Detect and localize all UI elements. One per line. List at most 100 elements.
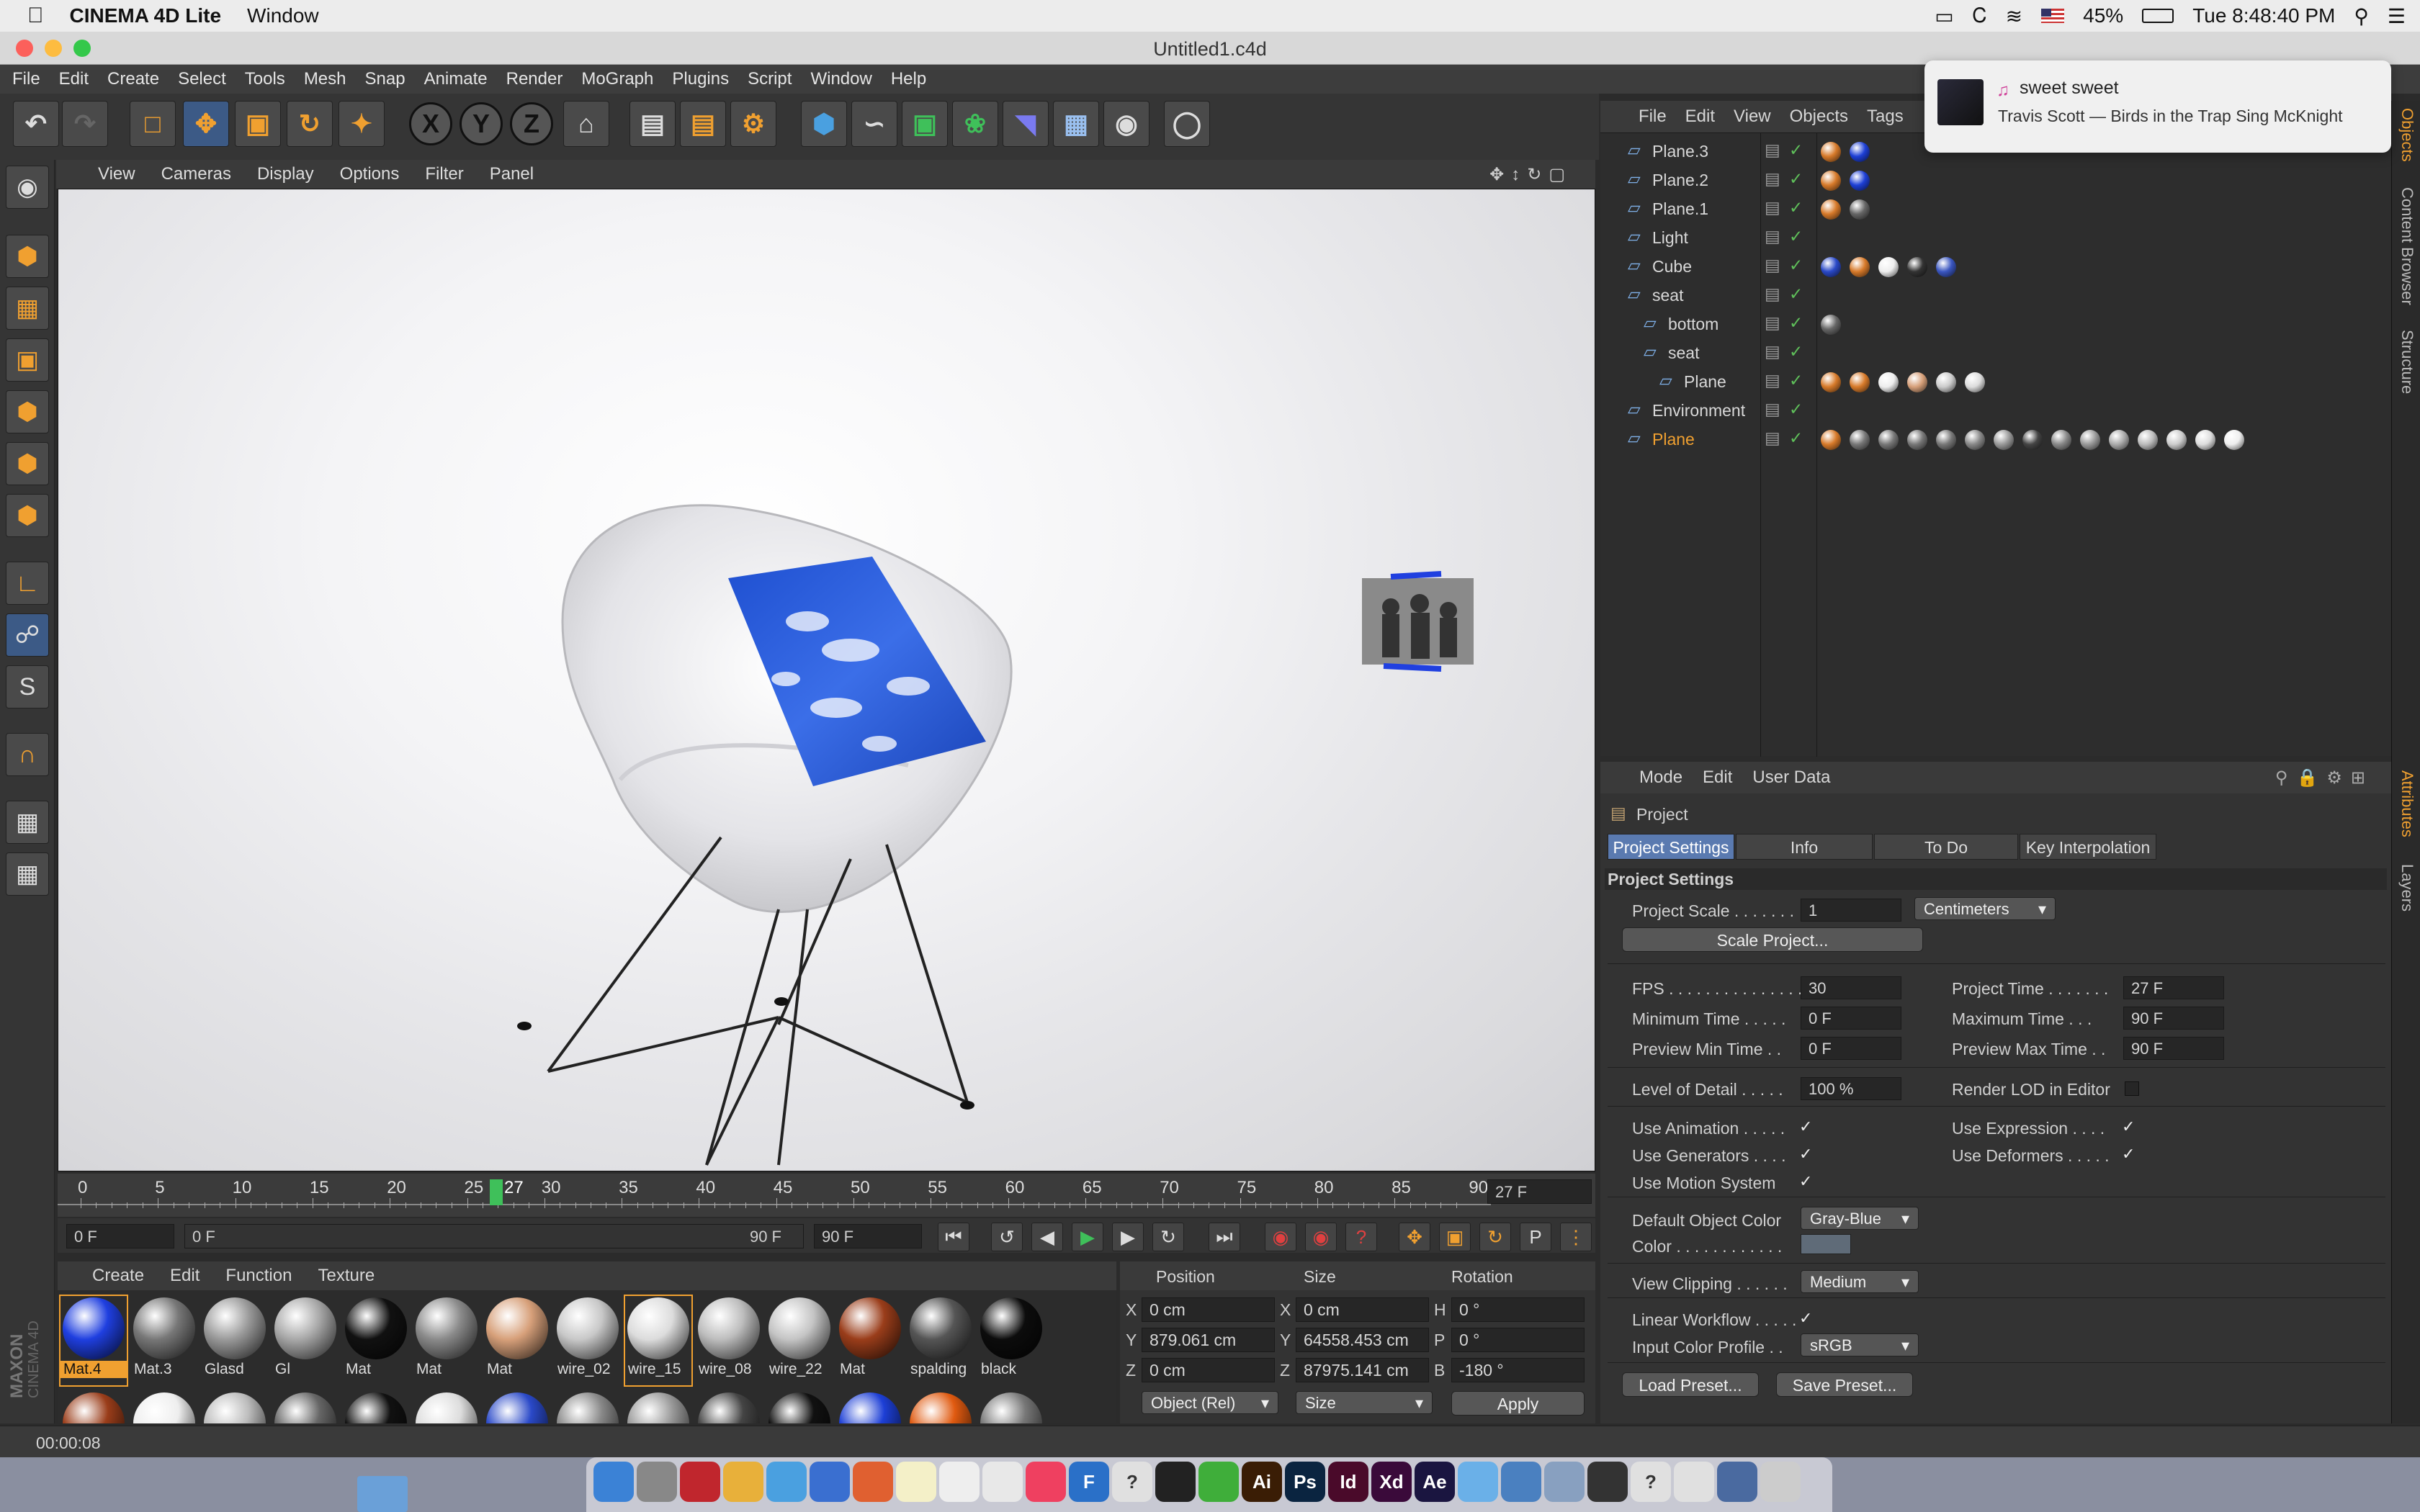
desktop-folder-icon[interactable] <box>357 1476 408 1512</box>
workplane-align-icon[interactable]: ▦ <box>6 852 49 896</box>
coordinate-mode-dropdown[interactable]: Object (Rel) ▾ <box>1142 1391 1278 1414</box>
layer-icon[interactable]: ▤ <box>1765 169 1780 189</box>
dock-app-icon[interactable] <box>723 1462 763 1502</box>
material-tag-icon[interactable] <box>2224 430 2244 450</box>
material-tag-icon[interactable] <box>2022 430 2043 450</box>
material-menu-texture[interactable]: Texture <box>305 1266 387 1286</box>
menu-mograph[interactable]: MoGraph <box>572 69 663 89</box>
tab-project-settings[interactable]: Project Settings <box>1608 834 1734 860</box>
axis-z-button[interactable]: Z <box>510 102 553 145</box>
position-z-field[interactable]: 0 cm <box>1142 1358 1275 1382</box>
size-z-field[interactable]: 87975.141 cm <box>1296 1358 1429 1382</box>
project-scale-field[interactable]: 1 <box>1801 899 1901 922</box>
material-tag-icon[interactable] <box>1936 372 1956 392</box>
use-animation-checkbox[interactable]: ✓ <box>1799 1117 1815 1135</box>
layer-icon[interactable]: ▤ <box>1765 313 1780 333</box>
object-menu-file[interactable]: File <box>1629 107 1676 127</box>
attr-menu-mode[interactable]: Mode <box>1629 768 1693 788</box>
material-swatch-row2[interactable] <box>837 1391 903 1423</box>
max-time-field[interactable]: 90 F <box>2123 1007 2224 1030</box>
airplay-icon[interactable]: ▭ <box>1935 4 1953 28</box>
material-tag-icon[interactable] <box>1994 430 2014 450</box>
object-name[interactable]: Environment <box>1652 401 1745 420</box>
workplane-icon[interactable]: ▣ <box>6 338 49 382</box>
size-x-field[interactable]: 0 cm <box>1296 1297 1429 1322</box>
end-frame-field[interactable]: 90 F <box>814 1224 922 1248</box>
go-to-start-icon[interactable]: ⏮ <box>938 1223 969 1251</box>
enabled-check-icon[interactable]: ✓ <box>1789 371 1803 390</box>
scale-icon[interactable]: ▣ <box>235 101 281 147</box>
dock-app-icon[interactable]: ? <box>1631 1462 1671 1502</box>
material-tag-icon[interactable] <box>2080 430 2100 450</box>
object-name[interactable]: seat <box>1668 343 1699 363</box>
object-name[interactable]: Light <box>1652 228 1688 248</box>
menu-mesh[interactable]: Mesh <box>295 69 356 89</box>
texture-mode-icon[interactable]: ▦ <box>6 287 49 330</box>
object-row[interactable]: ▱ Plane.2 ▤ ✓ <box>1600 165 2391 194</box>
notification-center-icon[interactable]: ☰ <box>2388 4 2406 28</box>
project-time-field[interactable]: 27 F <box>2123 976 2224 999</box>
layer-icon[interactable]: ▤ <box>1765 198 1780 217</box>
material-tag-icon[interactable] <box>2051 430 2071 450</box>
object-menu-objects[interactable]: Objects <box>1780 107 1857 127</box>
object-row[interactable]: ▱ Light ▤ ✓ <box>1600 222 2391 251</box>
object-menu-edit[interactable]: Edit <box>1676 107 1724 127</box>
rotation-p-field[interactable]: 0 ° <box>1451 1328 1585 1352</box>
material-tag-icon[interactable] <box>1850 372 1870 392</box>
deformer-icon[interactable]: ◥ <box>1003 101 1049 147</box>
dock-app-icon[interactable] <box>982 1462 1023 1502</box>
enabled-check-icon[interactable]: ✓ <box>1789 227 1803 246</box>
dock-app-icon[interactable] <box>853 1462 893 1502</box>
dock-app-icon[interactable] <box>1587 1462 1628 1502</box>
object-name[interactable]: Cube <box>1652 257 1692 276</box>
object-row[interactable]: ▱ Environment ▤ ✓ <box>1600 395 2391 424</box>
dock-app-icon[interactable] <box>1458 1462 1498 1502</box>
menu-select[interactable]: Select <box>169 69 236 89</box>
axis-x-button[interactable]: X <box>409 102 452 145</box>
material-menu-function[interactable]: Function <box>212 1266 305 1286</box>
tab-key-interpolation[interactable]: Key Interpolation <box>2020 834 2156 860</box>
object-row[interactable]: ▱ Plane.1 ▤ ✓ <box>1600 194 2391 222</box>
attr-menu-edit[interactable]: Edit <box>1693 768 1742 788</box>
object-row[interactable]: ▱ seat ▤ ✓ <box>1600 338 2391 366</box>
material-tag-icon[interactable] <box>1936 257 1956 277</box>
next-key-icon[interactable]: ↻ <box>1152 1223 1184 1251</box>
menu-edit[interactable]: Edit <box>50 69 98 89</box>
layer-icon[interactable]: ▤ <box>1765 371 1780 390</box>
enabled-check-icon[interactable]: ✓ <box>1789 400 1803 419</box>
object-name[interactable]: bottom <box>1668 315 1718 334</box>
snap-icon[interactable]: ∩ <box>6 733 49 776</box>
axis-mode-icon[interactable]: ∟ <box>6 562 49 605</box>
material-tag-icon[interactable] <box>1821 372 1841 392</box>
object-row[interactable]: ▱ Plane ▤ ✓ <box>1600 424 2391 453</box>
window-menu[interactable]: Window <box>234 4 332 27</box>
viewport-menu-cameras[interactable]: Cameras <box>148 164 244 184</box>
viewport-menu-options[interactable]: Options <box>327 164 413 184</box>
enabled-check-icon[interactable]: ✓ <box>1789 198 1803 217</box>
menu-help[interactable]: Help <box>882 69 936 89</box>
playhead[interactable] <box>490 1179 503 1205</box>
clock[interactable]: Tue 8:48:40 PM <box>2192 4 2335 27</box>
material-tag-icon[interactable] <box>1878 257 1899 277</box>
material-swatch[interactable]: Mat <box>413 1296 480 1385</box>
size-mode-dropdown[interactable]: Size ▾ <box>1296 1391 1433 1414</box>
axis-y-button[interactable]: Y <box>460 102 503 145</box>
fps-field[interactable]: 30 <box>1801 976 1901 999</box>
layer-icon[interactable]: ▤ <box>1765 342 1780 361</box>
object-menu-view[interactable]: View <box>1724 107 1780 127</box>
preview-max-field[interactable]: 90 F <box>2123 1037 2224 1060</box>
input-profile-dropdown[interactable]: sRGB ▾ <box>1801 1333 1919 1356</box>
side-tab-attributes[interactable]: Attributes <box>2398 770 2416 837</box>
material-tag-icon[interactable] <box>1907 430 1927 450</box>
material-swatch-row2[interactable] <box>202 1391 268 1423</box>
workplane-lock-icon[interactable]: ▦ <box>6 801 49 844</box>
min-time-field[interactable]: 0 F <box>1801 1007 1901 1030</box>
current-frame-field[interactable]: 27 F <box>1487 1179 1592 1204</box>
object-row[interactable]: ▱ Plane ▤ ✓ <box>1600 366 2391 395</box>
viewport-menu-panel[interactable]: Panel <box>477 164 547 184</box>
live-selection-icon[interactable]: □ <box>130 101 176 147</box>
record-keys-icon[interactable]: ◉ <box>1265 1223 1296 1251</box>
light-icon[interactable]: ◯ <box>1164 101 1210 147</box>
dock-app-icon[interactable] <box>810 1462 850 1502</box>
material-tag-icon[interactable] <box>2195 430 2215 450</box>
